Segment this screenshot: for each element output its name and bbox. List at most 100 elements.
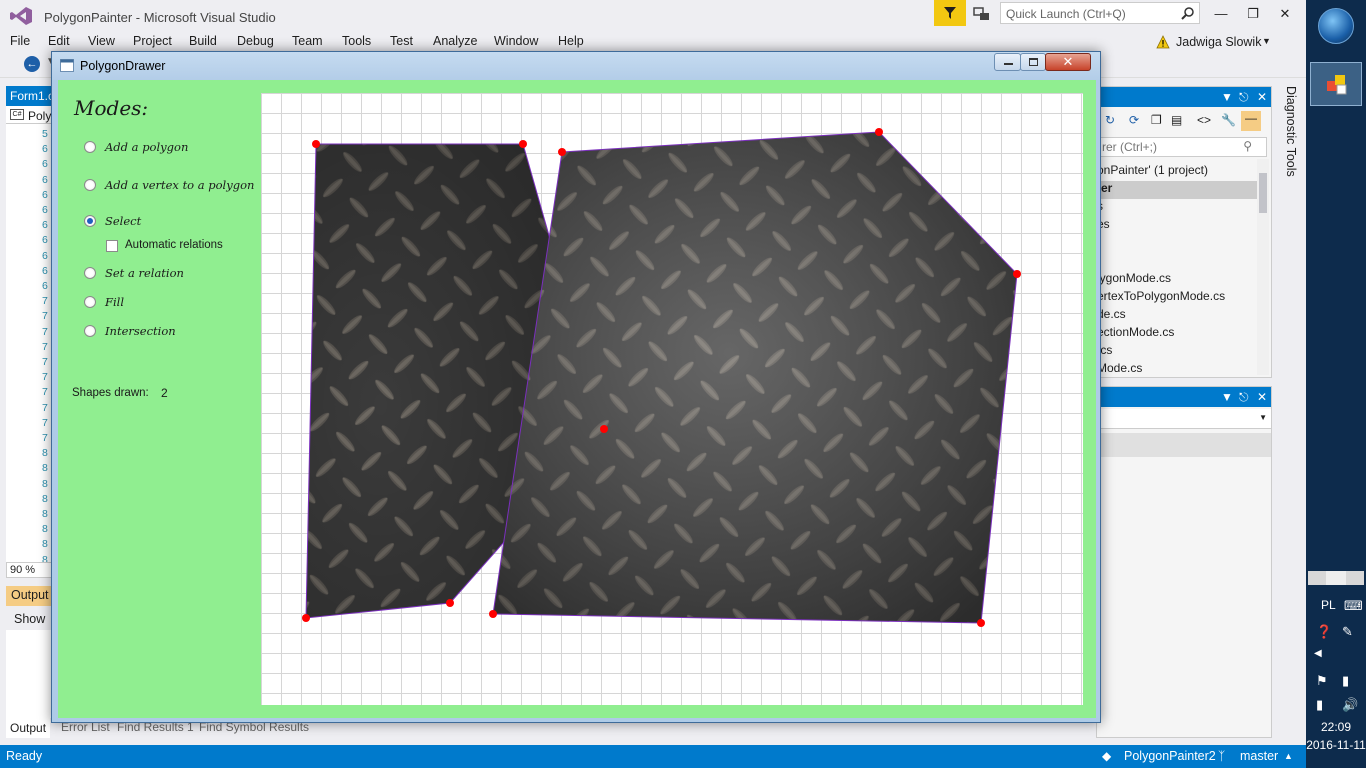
solution-search-placeholder: rer (Ctrl+;): [1102, 140, 1157, 154]
pane-menu-icon[interactable]: ▼: [1221, 90, 1233, 104]
automatic-relations-label: Automatic relations: [125, 239, 223, 251]
pin-icon[interactable]: ⎋: [1239, 90, 1249, 105]
tree-item[interactable]: lygonMode.cs: [1097, 271, 1171, 285]
polygon-drawer-title-bar[interactable]: PolygonDrawer ✕: [52, 52, 1100, 80]
pane-close-icon[interactable]: ✕: [1257, 90, 1267, 104]
show-hidden-icons[interactable]: ◀: [1314, 648, 1322, 659]
vertex-handle[interactable]: [302, 614, 310, 622]
menu-tools[interactable]: Tools: [342, 34, 371, 48]
window-close-button[interactable]: ✕: [1045, 53, 1091, 71]
volume-icon[interactable]: 🔊: [1342, 697, 1358, 713]
vertex-handle[interactable]: [312, 140, 320, 148]
menu-view[interactable]: View: [88, 34, 115, 48]
output-pane[interactable]: [6, 630, 52, 718]
menu-build[interactable]: Build: [189, 34, 217, 48]
feedback-icon[interactable]: [972, 5, 992, 23]
editor-tab[interactable]: Form1.c: [6, 86, 54, 106]
status-project[interactable]: PolygonPainter2: [1124, 749, 1216, 763]
tree-item[interactable]: ectionMode.cs: [1097, 325, 1174, 339]
diagnostic-tools-tab[interactable]: Diagnostic Tools: [1276, 86, 1298, 186]
zoom-level[interactable]: 90 %: [6, 562, 52, 578]
menu-project[interactable]: Project: [133, 34, 172, 48]
properties-wrench-icon[interactable]: 🔧: [1221, 113, 1236, 127]
solution-search-input[interactable]: rer (Ctrl+;) ⚲: [1097, 137, 1267, 157]
vertex-handle[interactable]: [1013, 270, 1021, 278]
collapse-all-icon[interactable]: ❐: [1151, 113, 1162, 127]
radio-button[interactable]: [84, 141, 96, 153]
refresh-icon[interactable]: ⟳: [1129, 113, 1139, 127]
menu-debug[interactable]: Debug: [237, 34, 274, 48]
drawing-canvas[interactable]: [261, 93, 1083, 705]
close-button[interactable]: ✕: [1272, 4, 1298, 24]
file-combo[interactable]: C# Poly: [6, 106, 52, 124]
csharp-file-icon: C#: [10, 109, 24, 120]
menu-edit[interactable]: Edit: [48, 34, 70, 48]
clock-date[interactable]: 2016-11-11: [1306, 738, 1366, 752]
start-button[interactable]: [1318, 8, 1354, 44]
menu-test[interactable]: Test: [390, 34, 413, 48]
tree-item[interactable]: onPainter' (1 project): [1097, 163, 1208, 177]
menu-analyze[interactable]: Analyze: [433, 34, 477, 48]
notifications-flag-icon[interactable]: [934, 0, 966, 26]
git-branch-icon: ᛉ: [1218, 749, 1226, 763]
show-all-files-icon[interactable]: ▤: [1171, 113, 1182, 127]
back-icon[interactable]: ←: [24, 56, 40, 72]
code-editor[interactable]: 56666666666777777777788888888: [6, 124, 52, 566]
solution-explorer-scrollbar[interactable]: [1257, 159, 1269, 375]
vertex-handle[interactable]: [600, 425, 608, 433]
radio-button[interactable]: [84, 325, 96, 337]
action-center-icon[interactable]: ⚑: [1316, 673, 1328, 689]
network-icon[interactable]: ▮: [1316, 697, 1323, 713]
radio-button[interactable]: [84, 296, 96, 308]
radio-button[interactable]: [84, 267, 96, 279]
menu-team[interactable]: Team: [292, 34, 323, 48]
status-branch[interactable]: master: [1240, 749, 1278, 763]
menu-file[interactable]: File: [10, 34, 30, 48]
pin-icon[interactable]: ⎋: [1239, 390, 1249, 405]
view-code-icon[interactable]: <>: [1197, 113, 1211, 127]
keyboard-icon[interactable]: ⌨: [1344, 598, 1363, 614]
menu-window[interactable]: Window: [494, 34, 538, 48]
help-icon[interactable]: ❓: [1316, 624, 1332, 640]
line-number: 6: [42, 143, 48, 156]
language-indicator[interactable]: PL: [1321, 598, 1336, 612]
tab-output[interactable]: Output: [6, 718, 51, 738]
pane-menu-icon[interactable]: ▼: [1221, 390, 1233, 404]
window-maximize-button[interactable]: [1020, 53, 1046, 71]
restore-button[interactable]: ❐: [1240, 4, 1266, 24]
mode-label: Fill: [105, 295, 125, 309]
taskbar-app-visual-studio[interactable]: [1310, 62, 1362, 106]
vertex-handle[interactable]: [558, 148, 566, 156]
preview-icon[interactable]: —: [1241, 111, 1261, 131]
pen-icon[interactable]: ✎: [1342, 624, 1353, 640]
properties-object-combo[interactable]: ▼: [1097, 409, 1271, 429]
vertex-handle[interactable]: [519, 140, 527, 148]
file-combo-label: Poly: [28, 109, 52, 123]
taskbar-scroll[interactable]: [1306, 571, 1366, 585]
pane-close-icon[interactable]: ✕: [1257, 390, 1267, 404]
scrollbar-thumb[interactable]: [1259, 173, 1267, 213]
checkbox[interactable]: [106, 240, 118, 252]
minimize-button[interactable]: —: [1208, 4, 1234, 24]
window-minimize-button[interactable]: [994, 53, 1021, 71]
vertex-handle[interactable]: [446, 599, 454, 607]
line-number: 7: [42, 325, 48, 338]
menu-help[interactable]: Help: [558, 34, 584, 48]
quick-launch-placeholder: Quick Launch (Ctrl+Q): [1006, 7, 1126, 21]
radio-button-checked[interactable]: [84, 215, 96, 227]
clock-time[interactable]: 22:09: [1306, 720, 1366, 734]
vertex-handle[interactable]: [489, 610, 497, 618]
chevron-down-icon: ▼: [1259, 413, 1267, 422]
chevron-up-icon: ▲: [1284, 751, 1293, 761]
polygon-2[interactable]: [492, 131, 1018, 624]
tree-item[interactable]: Mode.cs: [1097, 361, 1142, 375]
tree-item[interactable]: ertexToPolygonMode.cs: [1097, 289, 1225, 303]
radio-button[interactable]: [84, 179, 96, 191]
vertex-handle[interactable]: [875, 128, 883, 136]
vertex-handle[interactable]: [977, 619, 985, 627]
line-number: 6: [42, 219, 48, 232]
tree-item[interactable]: de.cs: [1097, 307, 1126, 321]
sync-icon[interactable]: ↻: [1105, 113, 1115, 127]
power-icon[interactable]: ▮: [1342, 673, 1349, 689]
quick-launch-input[interactable]: Quick Launch (Ctrl+Q): [1000, 2, 1200, 24]
